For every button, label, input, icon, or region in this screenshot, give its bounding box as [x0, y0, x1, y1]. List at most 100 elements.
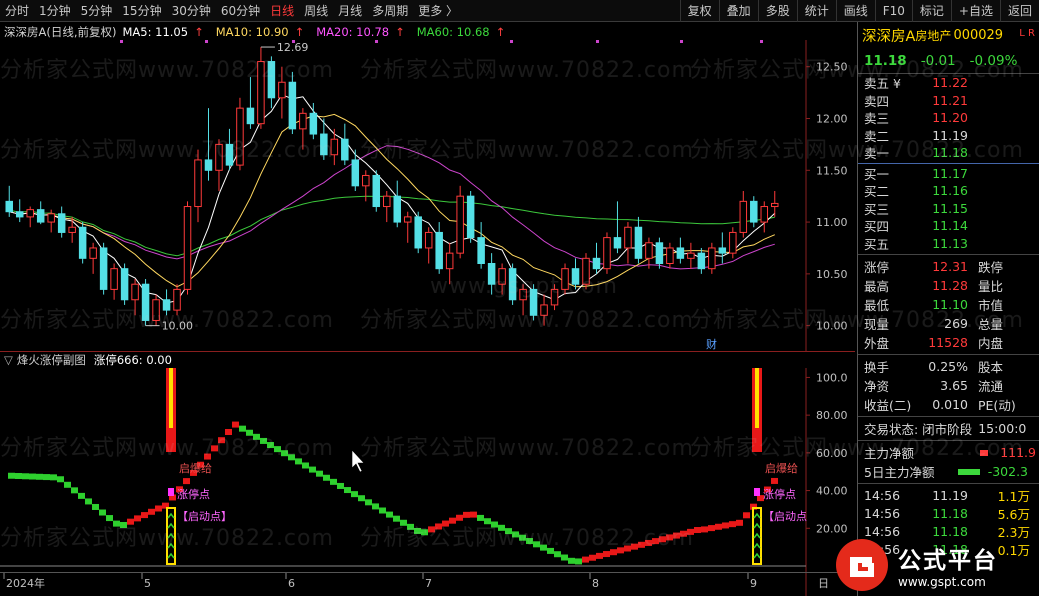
candle-body[interactable]	[498, 268, 506, 285]
finance-tag[interactable]: 财	[706, 337, 717, 351]
toolbar-button[interactable]: 标记	[911, 0, 951, 22]
collapse-icon[interactable]: ▽	[4, 353, 13, 367]
candle-body[interactable]	[194, 159, 202, 208]
candle-body[interactable]	[540, 304, 548, 316]
toolbar-button[interactable]: 叠加	[718, 0, 758, 22]
period-tab[interactable]: 60分钟	[216, 0, 265, 22]
candle-body[interactable]	[582, 257, 590, 285]
candle-body[interactable]	[152, 299, 160, 321]
candle-body[interactable]	[120, 268, 129, 301]
candle-body[interactable]	[477, 237, 485, 265]
candle-body[interactable]	[519, 288, 527, 301]
candle-body[interactable]	[341, 138, 349, 161]
candle-body[interactable]	[78, 226, 87, 259]
candle-body[interactable]	[236, 107, 244, 166]
candle-body[interactable]	[68, 226, 76, 233]
candle-body[interactable]	[362, 174, 370, 187]
candle-body[interactable]	[456, 195, 464, 254]
candle-body[interactable]	[89, 247, 97, 259]
period-tab[interactable]: 分时	[0, 0, 34, 22]
candle-body[interactable]	[5, 200, 13, 213]
toolbar-button[interactable]: +自选	[950, 0, 1000, 22]
candle-body[interactable]	[57, 213, 66, 233]
candle-body[interactable]	[508, 268, 517, 301]
candle-body[interactable]	[383, 195, 391, 208]
period-tab[interactable]: 15分钟	[117, 0, 166, 22]
candle-body[interactable]	[278, 81, 286, 99]
period-tab[interactable]: 1分钟	[34, 0, 76, 22]
candle-body[interactable]	[771, 202, 779, 208]
candlestick-chart[interactable]: 12.5012.0011.5011.0010.5010.0012.6910.00…	[0, 40, 855, 352]
indicator-chart[interactable]: 100.080.0060.0040.0020.00启爆给涨停点【启动点】启爆给涨…	[0, 368, 855, 572]
candle-body[interactable]	[414, 216, 422, 249]
candle-body[interactable]	[561, 268, 569, 290]
period-tab[interactable]: 月线	[333, 0, 367, 22]
candle-body[interactable]	[131, 283, 139, 301]
candle-body[interactable]	[424, 231, 433, 249]
candle-body[interactable]	[393, 195, 401, 223]
toolbar-button[interactable]: 画线	[835, 0, 875, 22]
candle-body[interactable]	[592, 257, 601, 270]
candle-body[interactable]	[403, 216, 412, 223]
candle-body[interactable]	[288, 81, 297, 130]
period-tab[interactable]: 日线	[265, 0, 299, 22]
candle-body[interactable]	[466, 195, 475, 239]
toolbar-button[interactable]: F10	[874, 0, 912, 22]
candle-body[interactable]	[750, 200, 758, 223]
candle-body[interactable]	[571, 268, 580, 285]
candle-body[interactable]	[613, 237, 622, 249]
candle-body[interactable]	[739, 200, 748, 233]
candle-body[interactable]	[655, 242, 664, 265]
candle-body[interactable]	[718, 247, 727, 254]
period-tab[interactable]: 多周期	[367, 0, 413, 22]
candle-body[interactable]	[687, 252, 695, 259]
candle-body[interactable]	[634, 226, 643, 259]
signal-bar-core	[755, 368, 759, 428]
candle-body[interactable]	[372, 174, 381, 208]
candle-body[interactable]	[110, 268, 118, 290]
toolbar-button[interactable]: 返回	[999, 0, 1039, 22]
lr-toggle[interactable]: L R	[1019, 28, 1035, 39]
candle-body[interactable]	[47, 213, 55, 223]
candle-body[interactable]	[36, 209, 45, 223]
candle-body[interactable]	[26, 209, 34, 218]
candle-body[interactable]	[729, 231, 737, 254]
candle-body[interactable]	[173, 288, 181, 311]
toolbar-button[interactable]: 复权	[679, 0, 719, 22]
candle-body[interactable]	[267, 61, 276, 99]
candle-body[interactable]	[529, 288, 538, 316]
candle-body[interactable]	[309, 112, 318, 135]
period-tab[interactable]: 更多 〉	[413, 0, 463, 22]
period-tab[interactable]: 30分钟	[167, 0, 216, 22]
candle-body[interactable]	[204, 159, 213, 171]
candle-body[interactable]	[445, 252, 454, 270]
candle-body[interactable]	[320, 133, 328, 156]
candle-body[interactable]	[603, 237, 611, 270]
candle-body[interactable]	[487, 263, 496, 285]
period-tab[interactable]: 周线	[299, 0, 333, 22]
candle-body[interactable]	[141, 283, 150, 321]
candle-body[interactable]	[624, 226, 632, 249]
candle-body[interactable]	[183, 206, 192, 290]
candle-body[interactable]	[697, 252, 706, 270]
candle-body[interactable]	[645, 242, 653, 259]
candle-body[interactable]	[246, 107, 255, 125]
candle-body[interactable]	[15, 211, 24, 218]
candle-body[interactable]	[351, 159, 360, 187]
candle-body[interactable]	[708, 247, 716, 270]
candle-body[interactable]	[666, 247, 674, 264]
candle-body[interactable]	[215, 143, 223, 171]
candle-body[interactable]	[330, 138, 339, 156]
candle-body[interactable]	[162, 299, 171, 311]
candle-body[interactable]	[99, 247, 108, 290]
candle-body[interactable]	[225, 143, 234, 166]
candle-body[interactable]	[435, 231, 443, 270]
toolbar-button[interactable]: 多股	[757, 0, 797, 22]
candle-body[interactable]	[550, 288, 559, 306]
candle-body[interactable]	[676, 247, 685, 259]
toolbar-button[interactable]: 统计	[796, 0, 836, 22]
candle-body[interactable]	[299, 112, 307, 130]
candle-body[interactable]	[760, 206, 769, 223]
period-tab[interactable]: 5分钟	[76, 0, 118, 22]
candle-body[interactable]	[257, 61, 265, 125]
